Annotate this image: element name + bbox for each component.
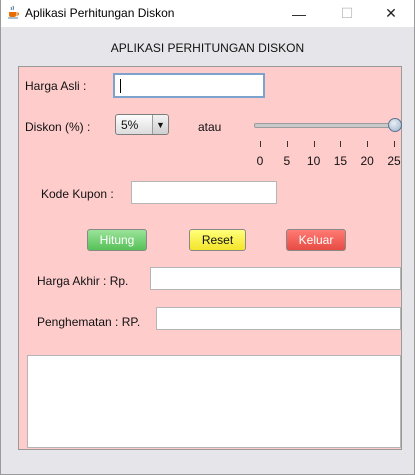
kode-kupon-label: Kode Kupon : [41,187,114,201]
slider-tick [394,141,395,147]
chevron-down-icon[interactable]: ▼ [152,115,168,134]
maximize-button[interactable]: ☐ [324,0,370,27]
harga-akhir-output[interactable] [150,267,401,290]
harga-akhir-label: Harga Akhir : Rp. [37,274,129,288]
diskon-slider-track[interactable] [254,123,396,128]
slider-tick-label: 10 [306,154,321,168]
title-bar[interactable]: Aplikasi Perhitungan Diskon — ☐ ✕ [1,0,414,27]
harga-asli-input[interactable] [113,73,265,98]
result-textarea[interactable] [27,355,401,448]
diskon-combobox[interactable]: 5% ▼ [115,114,169,135]
window-title: Aplikasi Perhitungan Diskon [25,6,175,20]
page-title: APLIKASI PERHITUNGAN DISKON [110,41,305,55]
text-caret [120,79,121,93]
slider-tick [313,141,315,147]
harga-asli-label: Harga Asli : [25,79,87,93]
keluar-button[interactable]: Keluar [286,229,346,251]
diskon-slider-thumb[interactable] [388,118,402,132]
slider-tick-label: 5 [283,154,291,168]
penghematan-output[interactable] [156,307,401,330]
form-panel: Harga Asli : Diskon (%) : 5% ▼ atau 0 5 10… [18,66,402,450]
penghematan-label: Penghematan : RP. [37,315,141,329]
reset-button[interactable]: Reset [189,229,246,251]
slider-tick-label: 15 [333,154,348,168]
slider-tick [340,141,342,147]
app-window: Aplikasi Perhitungan Diskon — ☐ ✕ APLIKA… [0,0,415,475]
java-cup-icon [8,5,19,19]
slider-tick-label: 25 [387,154,401,168]
slider-tick [367,141,369,147]
atau-label: atau [198,120,222,134]
slider-tick [286,141,288,147]
kode-kupon-input[interactable] [131,181,277,204]
diskon-selected-value: 5% [121,118,139,132]
diskon-label: Diskon (%) : [25,120,91,134]
minimize-button[interactable]: — [276,0,322,27]
slider-tick-label: 20 [360,154,374,168]
slider-tick-label: 0 [256,154,264,168]
slider-tick [260,141,261,147]
close-button[interactable]: ✕ [368,0,414,27]
hitung-button[interactable]: Hitung [87,229,147,251]
